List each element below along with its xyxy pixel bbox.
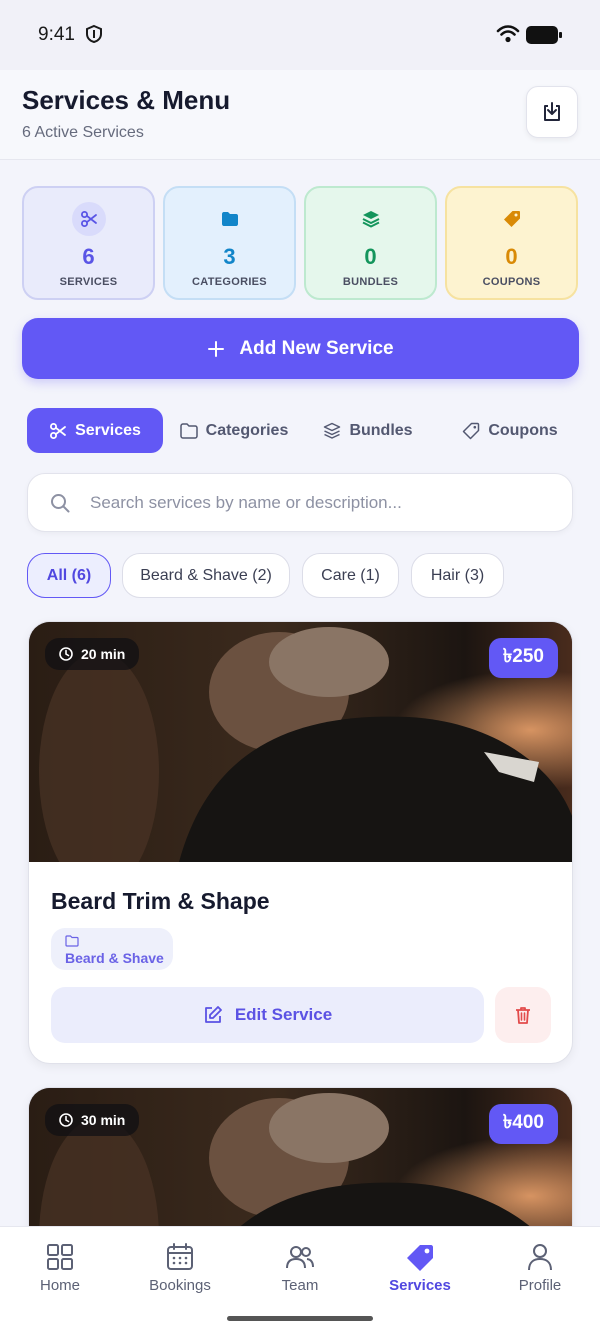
status-bar: 9:41 <box>0 0 600 70</box>
calendar-icon <box>167 1243 193 1270</box>
nav-label: Services <box>389 1277 451 1294</box>
tab-label: Bundles <box>349 421 413 439</box>
nav-label: Home <box>39 1277 80 1294</box>
nav-label: Bookings <box>149 1277 211 1294</box>
tab-label: Categories <box>205 421 289 439</box>
trash-icon <box>516 1007 530 1024</box>
tag-icon <box>463 422 480 439</box>
service-card: 20 min ৳250 Beard Trim & Shape Beard & S… <box>28 621 573 1064</box>
scissors-icon <box>71 202 106 236</box>
tag-icon <box>407 1245 433 1271</box>
filter-chip-care[interactable]: Care (1) <box>302 553 399 598</box>
export-button[interactable] <box>526 86 578 138</box>
duration-label: 30 min <box>81 1112 126 1128</box>
status-time: 9:41 <box>38 24 75 45</box>
tab-categories[interactable]: Categories <box>172 408 296 453</box>
clock-icon <box>59 647 73 661</box>
stat-card-categories[interactable]: 3 CATEGORIES <box>163 186 296 300</box>
stat-value: 0 <box>505 244 518 269</box>
price-badge: ৳250 <box>488 638 558 678</box>
stat-value: 3 <box>223 244 236 269</box>
shield-icon <box>85 24 103 49</box>
price-badge: ৳400 <box>488 1104 558 1144</box>
nav-item-services[interactable]: Services <box>360 1243 480 1294</box>
tag-icon <box>495 202 529 236</box>
wifi-icon <box>496 25 520 48</box>
duration-label: 20 min <box>81 646 126 662</box>
stat-card-bundles[interactable]: 0 BUNDLES <box>304 186 437 300</box>
filter-chip-beard-shave[interactable]: Beard & Shave (2) <box>122 553 290 598</box>
layers-icon <box>324 422 341 439</box>
filter-chip-all[interactable]: All (6) <box>27 553 111 598</box>
stat-label: SERVICES <box>59 276 118 288</box>
stat-value: 6 <box>82 244 95 269</box>
user-icon <box>528 1244 552 1271</box>
nav-label: Team <box>281 1277 319 1294</box>
stat-label: COUPONS <box>482 276 541 288</box>
search-bar <box>27 473 573 532</box>
duration-badge: 30 min <box>45 1104 140 1136</box>
home-indicator <box>227 1316 373 1321</box>
scissors-icon <box>50 422 66 439</box>
tab-bundles[interactable]: Bundles <box>312 408 424 453</box>
add-new-service-label: Add New Service <box>239 337 394 359</box>
category-pill: Beard & Shave <box>51 928 173 970</box>
layers-icon <box>354 202 388 236</box>
active-services-count: 6 Active Services <box>22 124 144 141</box>
stat-card-coupons[interactable]: 0 COUPONS <box>445 186 578 300</box>
duration-badge: 20 min <box>45 638 140 670</box>
nav-item-bookings[interactable]: Bookings <box>120 1243 240 1294</box>
edit-service-button[interactable]: Edit Service <box>51 987 484 1043</box>
nav-item-home[interactable]: Home <box>0 1243 120 1294</box>
filter-chip-hair[interactable]: Hair (3) <box>411 553 504 598</box>
tab-bar: Services Categories Bundles Coupons <box>22 404 579 456</box>
stat-label: BUNDLES <box>342 276 399 288</box>
service-image: 20 min ৳250 <box>29 622 572 862</box>
stat-card-services[interactable]: 6 SERVICES <box>22 186 155 300</box>
tab-label: Coupons <box>488 421 558 439</box>
page-title: Services & Menu <box>22 85 231 115</box>
nav-label: Profile <box>518 1277 562 1294</box>
delete-service-button[interactable] <box>495 987 551 1043</box>
users-icon <box>286 1246 314 1269</box>
service-title: Beard Trim & Shape <box>51 888 270 914</box>
add-new-service-button[interactable]: Add New Service <box>22 318 579 379</box>
edit-icon <box>204 1006 222 1023</box>
clock-icon <box>59 1113 73 1127</box>
page-header: Services & Menu 6 Active Services <box>0 70 600 160</box>
edit-service-label: Edit Service <box>234 1005 333 1024</box>
search-icon <box>50 493 70 518</box>
stat-value: 0 <box>364 244 377 269</box>
grid-icon <box>47 1244 73 1270</box>
stat-label: CATEGORIES <box>192 276 267 288</box>
search-input[interactable] <box>90 474 550 531</box>
nav-item-profile[interactable]: Profile <box>480 1243 600 1294</box>
folder-icon <box>179 422 198 439</box>
tab-coupons[interactable]: Coupons <box>446 408 574 453</box>
nav-item-team[interactable]: Team <box>240 1243 360 1294</box>
plus-icon <box>208 340 225 357</box>
folder-icon <box>213 202 247 236</box>
battery-icon <box>526 26 562 44</box>
tab-label: Services <box>75 421 141 439</box>
download-icon <box>544 102 560 121</box>
tab-services[interactable]: Services <box>27 408 163 453</box>
category-label: Beard & Shave <box>65 950 164 966</box>
